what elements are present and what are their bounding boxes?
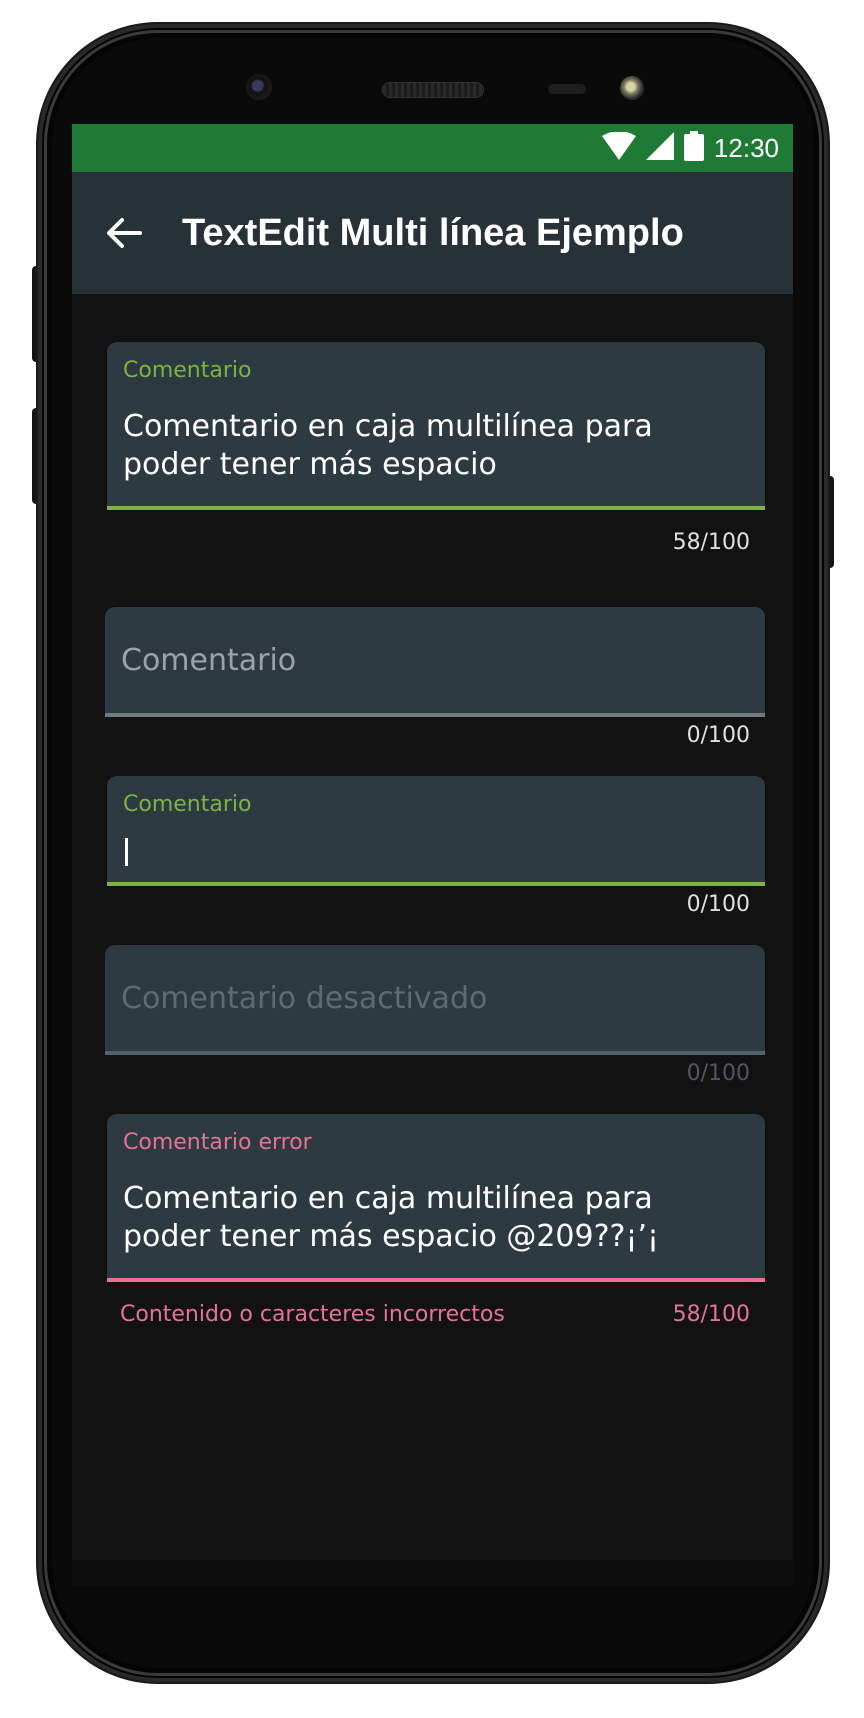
- error-helper-text: Contenido o caracteres incorrectos: [120, 1302, 505, 1327]
- comment-field-disabled: Comentario desactivado: [105, 945, 765, 1055]
- field-underline: [105, 1051, 765, 1055]
- character-counter: 58/100: [672, 1302, 750, 1327]
- device-screen: 12:30 TextEdit Multi línea Ejemplo Comen…: [72, 124, 793, 1586]
- status-time: 12:30: [713, 132, 779, 163]
- field-underline: [107, 882, 765, 886]
- front-camera: [246, 74, 272, 100]
- text-cursor: [125, 838, 128, 866]
- status-bar: 12:30: [72, 124, 793, 172]
- field-underline: [107, 506, 765, 510]
- wifi-icon: [601, 131, 636, 164]
- comment-field-error[interactable]: Comentario error Comentario en caja mult…: [107, 1114, 765, 1282]
- character-counter: 0/100: [686, 892, 750, 917]
- field-underline: [107, 1278, 765, 1282]
- character-counter: 0/100: [686, 1061, 750, 1086]
- comment-field-focused[interactable]: Comentario: [107, 776, 765, 886]
- character-counter: 0/100: [686, 723, 750, 748]
- proximity-sensor: [548, 84, 586, 94]
- comment-field-filled[interactable]: Comentario Comentario en caja multilínea…: [107, 342, 765, 510]
- arrow-left-icon: [107, 218, 142, 248]
- character-counter: 58/100: [672, 530, 750, 555]
- comment-field-empty[interactable]: Comentario: [105, 607, 765, 717]
- field-placeholder: Comentario desactivado: [121, 981, 488, 1016]
- field-label: Comentario error: [123, 1130, 312, 1155]
- app-bar: TextEdit Multi línea Ejemplo: [72, 172, 793, 294]
- field-underline: [105, 713, 765, 717]
- back-button[interactable]: [96, 205, 152, 261]
- battery-icon: [683, 131, 704, 165]
- field-label: Comentario: [123, 792, 252, 817]
- front-flash: [620, 76, 644, 100]
- field-value: Comentario en caja multilínea para poder…: [123, 1181, 660, 1254]
- earpiece-speaker: [382, 82, 484, 98]
- cell-signal-icon: [645, 132, 674, 164]
- bottom-bezel-area: [72, 1560, 793, 1586]
- page-title: TextEdit Multi línea Ejemplo: [182, 211, 684, 254]
- field-placeholder: Comentario: [121, 643, 297, 678]
- field-value: Comentario en caja multilínea para poder…: [123, 409, 653, 482]
- field-label: Comentario: [123, 358, 252, 383]
